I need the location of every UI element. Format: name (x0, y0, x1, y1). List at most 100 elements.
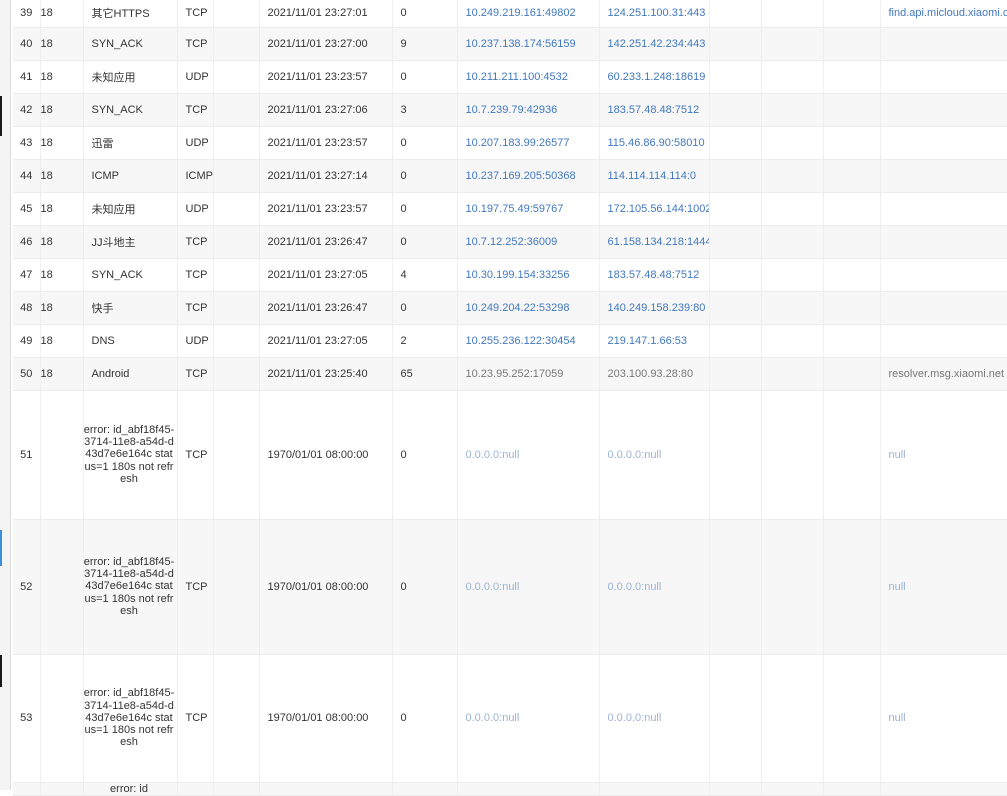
table-row[interactable]: 44 18 ICMP ICMP 2021/11/01 23:27:14 0 10.237.1… (13, 159, 1007, 193)
cell-empty (761, 225, 824, 259)
table-row[interactable]: 50 18 Android TCP 2021/11/01 23:25:40 65 10.23… (13, 357, 1007, 391)
cell-time: 2021/11/01 23:27:05 (259, 258, 393, 292)
cell-user: 18 (40, 357, 84, 391)
table-row[interactable]: 52 error: id_abf18f45-3714-11e8-a54d-d43d… (13, 519, 1007, 655)
cell-empty (709, 519, 762, 655)
cell-count: 0 (392, 291, 458, 325)
cell-empty (823, 126, 881, 160)
table-row[interactable]: 53 error: id_abf18f45-3714-11e8-a54d-d43d… (13, 654, 1007, 783)
table-row[interactable]: 40 18 SYN_ACK TCP 2021/11/01 23:27:00 9 10.237… (13, 27, 1007, 61)
cell-application: DNS (83, 324, 178, 358)
cell-empty (761, 390, 824, 520)
cell-source-address: 10.207.183.99:26577 (457, 126, 600, 160)
cell-empty (761, 0, 824, 28)
cell-time: 1970/01/01 08:00:00 (259, 390, 393, 520)
cell-host (880, 258, 1007, 292)
cell-source-address: 0.0.0.0:null (457, 654, 600, 783)
cell-application: error: id_abf18f45-3714-11e8-a54d-d43d7e… (83, 519, 178, 655)
cell-empty (213, 258, 260, 292)
cell-empty (709, 60, 762, 94)
cell-destination-address: 172.105.56.144:10020 (599, 192, 710, 226)
cell-time: 2021/11/01 23:23:57 (259, 60, 393, 94)
cell-empty (213, 291, 260, 325)
cell-protocol: TCP (177, 291, 214, 325)
cell-host (880, 225, 1007, 259)
cell-count: 65 (392, 357, 458, 391)
cell-empty (761, 291, 824, 325)
cell-row-id: 42 (13, 93, 41, 127)
cell-empty (709, 225, 762, 259)
table-row[interactable]: 47 18 SYN_ACK TCP 2021/11/01 23:27:05 4 10.30.… (13, 258, 1007, 292)
table-row[interactable]: 41 18 未知应用 UDP 2021/11/01 23:23:57 0 10.211.21… (13, 60, 1007, 94)
cell-empty (823, 192, 881, 226)
cell-time: 2021/11/01 23:25:40 (259, 357, 393, 391)
cell-protocol (177, 782, 214, 796)
cell-empty (709, 27, 762, 61)
cell-row-id: 50 (13, 357, 41, 391)
cell-empty (213, 225, 260, 259)
cell-empty (823, 291, 881, 325)
cell-application: JJ斗地主 (83, 225, 178, 259)
cell-empty (213, 390, 260, 520)
cell-source-address: 0.0.0.0:null (457, 519, 600, 655)
cell-empty (761, 519, 824, 655)
cell-host (880, 126, 1007, 160)
cell-destination-address (599, 782, 710, 796)
cell-protocol: TCP (177, 0, 214, 28)
cell-destination-address: 183.57.48.48:7512 (599, 258, 710, 292)
cell-user: 18 (40, 27, 84, 61)
cell-count: 0 (392, 519, 458, 655)
cell-row-id: 44 (13, 159, 41, 193)
cell-empty (213, 0, 260, 28)
cell-application: error: id_abf18f45-3714-11e8-a54d-d43d7e… (83, 390, 178, 520)
cell-time: 2021/11/01 23:26:47 (259, 291, 393, 325)
cell-protocol: UDP (177, 192, 214, 226)
cell-application: error: id (83, 782, 178, 796)
cell-source-address (457, 782, 600, 796)
cell-source-address: 0.0.0.0:null (457, 390, 600, 520)
cell-destination-address: 0.0.0.0:null (599, 519, 710, 655)
cell-empty (709, 782, 762, 796)
cell-time: 1970/01/01 08:00:00 (259, 654, 393, 783)
cell-empty (823, 654, 881, 783)
table-row[interactable]: 39 18 其它HTTPS TCP 2021/11/01 23:27:01 0 10.249… (13, 0, 1007, 28)
table-row[interactable]: 46 18 JJ斗地主 TCP 2021/11/01 23:26:47 0 10.7.12.… (13, 225, 1007, 259)
cell-empty (709, 324, 762, 358)
cell-empty (761, 654, 824, 783)
table-row[interactable]: 49 18 DNS UDP 2021/11/01 23:27:05 2 10.255.236… (13, 324, 1007, 358)
cell-empty (709, 126, 762, 160)
table-row[interactable]: 43 18 迅雷 UDP 2021/11/01 23:23:57 0 10.207.183.… (13, 126, 1007, 160)
table-row[interactable]: error: id (13, 782, 1007, 796)
table-row[interactable]: 42 18 SYN_ACK TCP 2021/11/01 23:27:06 3 10.7.2… (13, 93, 1007, 127)
cell-empty (213, 357, 260, 391)
cell-count: 2 (392, 324, 458, 358)
cell-count: 0 (392, 126, 458, 160)
cell-host (880, 93, 1007, 127)
cell-destination-address: 124.251.100.31:443 (599, 0, 710, 28)
cell-host: find.api.micloud.xiaomi.com (880, 0, 1007, 28)
cell-application: 其它HTTPS (83, 0, 178, 28)
table-row[interactable]: 45 18 未知应用 UDP 2021/11/01 23:23:57 0 10.197.75… (13, 192, 1007, 226)
cell-host: null (880, 654, 1007, 783)
table-row[interactable]: 51 error: id_abf18f45-3714-11e8-a54d-d43d… (13, 390, 1007, 520)
cell-user: 18 (40, 324, 84, 358)
table-row[interactable]: 48 18 快手 TCP 2021/11/01 23:26:47 0 10.249.204.… (13, 291, 1007, 325)
cell-row-id: 48 (13, 291, 41, 325)
cell-destination-address: 115.46.86.90:58010 (599, 126, 710, 160)
cell-host (880, 27, 1007, 61)
cell-application: SYN_ACK (83, 93, 178, 127)
cell-destination-address: 203.100.93.28:80 (599, 357, 710, 391)
cell-row-id: 45 (13, 192, 41, 226)
cell-time: 2021/11/01 23:27:01 (259, 0, 393, 28)
cell-user (40, 654, 84, 783)
cell-empty (761, 357, 824, 391)
cell-empty (823, 225, 881, 259)
cell-empty (761, 324, 824, 358)
cell-protocol: UDP (177, 60, 214, 94)
cell-empty (823, 93, 881, 127)
cell-count: 0 (392, 0, 458, 28)
cell-application: SYN_ACK (83, 258, 178, 292)
cell-empty (761, 782, 824, 796)
cell-empty (823, 357, 881, 391)
cell-empty (823, 60, 881, 94)
